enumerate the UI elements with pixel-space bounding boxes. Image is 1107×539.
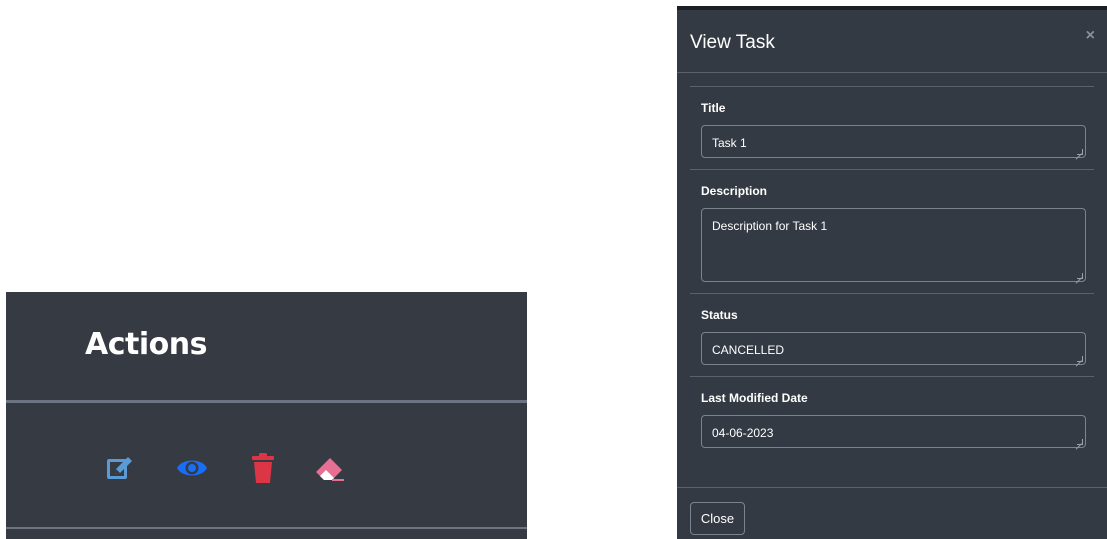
- last-modified-field[interactable]: 04-06-2023: [701, 415, 1086, 448]
- actions-panel: Actions: [6, 292, 527, 539]
- status-field-group: Status CANCELLED: [690, 293, 1094, 376]
- status-value: CANCELLED: [712, 343, 785, 357]
- eye-icon[interactable]: [176, 452, 208, 484]
- title-field-group: Title Task 1: [690, 86, 1094, 169]
- last-modified-value: 04-06-2023: [712, 426, 774, 440]
- edit-icon[interactable]: [104, 452, 136, 484]
- modal-title: View Task: [690, 32, 775, 53]
- resize-handle[interactable]: [1077, 356, 1083, 362]
- title-field[interactable]: Task 1: [701, 125, 1086, 158]
- description-field-group: Description Description for Task 1: [690, 169, 1094, 293]
- last-modified-label: Last Modified Date: [701, 391, 808, 405]
- close-icon[interactable]: ×: [1086, 28, 1095, 44]
- trash-icon[interactable]: [247, 452, 279, 484]
- title-label: Title: [701, 101, 726, 115]
- header-divider: [6, 400, 527, 403]
- close-button[interactable]: Close: [690, 502, 745, 535]
- status-field[interactable]: CANCELLED: [701, 332, 1086, 365]
- last-modified-field-group: Last Modified Date 04-06-2023: [690, 376, 1094, 459]
- description-field[interactable]: Description for Task 1: [701, 208, 1086, 282]
- eraser-icon[interactable]: [313, 452, 345, 484]
- footer-divider: [6, 527, 527, 529]
- modal-header: View Task ×: [677, 10, 1107, 73]
- title-value: Task 1: [712, 136, 747, 150]
- description-label: Description: [701, 184, 768, 198]
- actions-heading: Actions: [85, 327, 207, 362]
- description-value: Description for Task 1: [712, 219, 828, 233]
- resize-handle[interactable]: [1077, 149, 1083, 155]
- status-label: Status: [701, 308, 738, 322]
- resize-handle[interactable]: [1077, 273, 1083, 279]
- view-task-modal: View Task × Title Task 1 Description Des…: [677, 6, 1107, 539]
- modal-footer-divider: [677, 487, 1107, 488]
- resize-handle[interactable]: [1077, 439, 1083, 445]
